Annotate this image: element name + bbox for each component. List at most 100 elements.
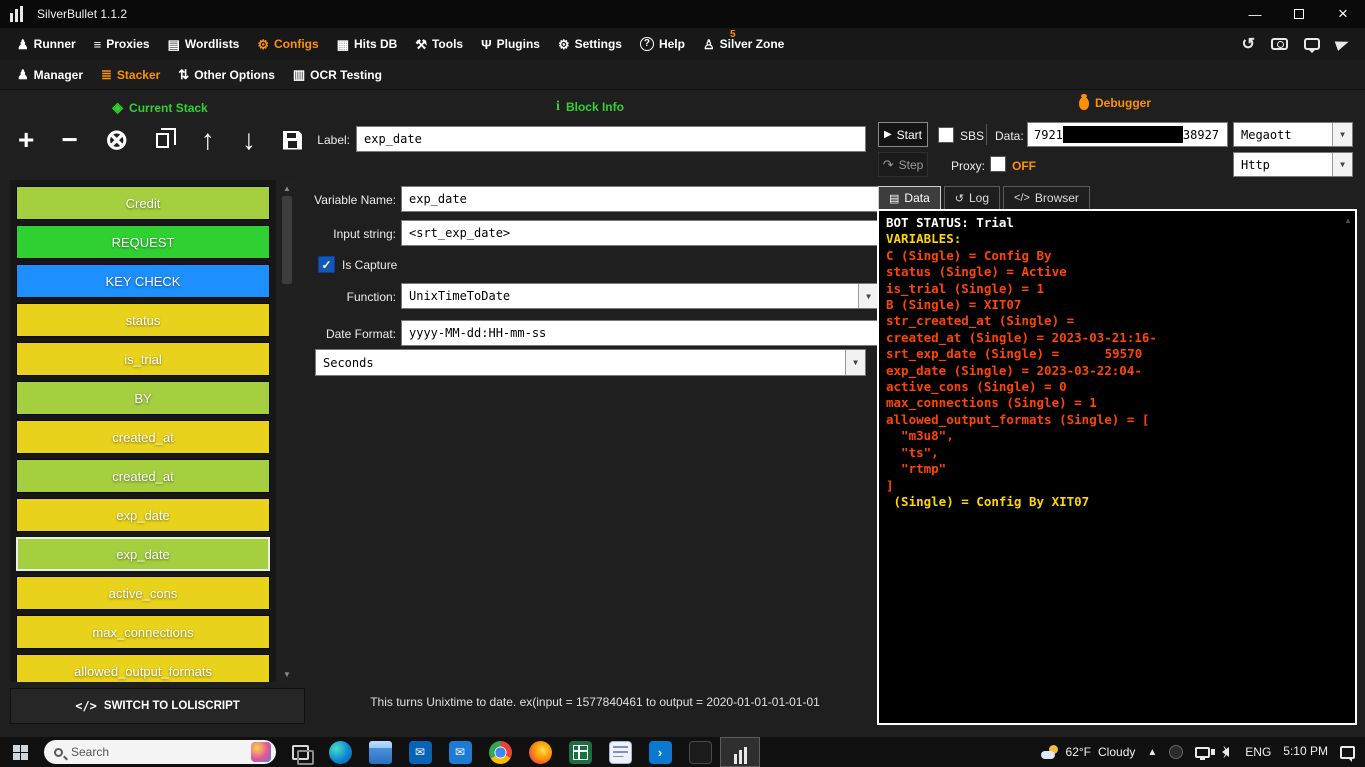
- block-info-title: Block Info: [566, 100, 624, 114]
- menu-item-proxies[interactable]: ≡Proxies: [85, 28, 159, 60]
- delete-block-button[interactable]: −: [61, 126, 77, 154]
- stack-block-by[interactable]: BY: [16, 381, 270, 415]
- edge-icon[interactable]: [320, 737, 360, 767]
- proxy-status: OFF: [1012, 159, 1036, 173]
- console-line: ]: [886, 478, 1348, 494]
- tray-app-icon[interactable]: [1169, 745, 1183, 759]
- excel-icon[interactable]: [560, 737, 600, 767]
- duplicate-block-button[interactable]: [156, 133, 174, 148]
- data-input[interactable]: 792138927: [1027, 122, 1228, 147]
- move-block-up-button[interactable]: ↑: [201, 126, 215, 154]
- vscode-icon[interactable]: ›: [640, 737, 680, 767]
- stack-block-request[interactable]: REQUEST: [16, 225, 270, 259]
- weather-widget[interactable]: 62°F Cloudy: [1041, 745, 1136, 759]
- sbs-checkbox[interactable]: [938, 127, 954, 143]
- menu-item-runner[interactable]: ♟Runner: [8, 28, 85, 60]
- chat-icon[interactable]: [1304, 38, 1320, 50]
- stack-block-allowed-output-formats[interactable]: allowed_output_formats: [16, 654, 270, 682]
- volume-icon[interactable]: [1222, 747, 1229, 757]
- stack-block-is-trial[interactable]: is_trial: [16, 342, 270, 376]
- stack-block-exp-date[interactable]: exp_date: [16, 537, 270, 571]
- mail-icon: ✉: [449, 741, 472, 764]
- stack-layers-icon: ◈: [112, 99, 123, 116]
- silverbullet-taskbar-icon[interactable]: [720, 737, 760, 767]
- time-unit-dropdown[interactable]: Seconds ▼: [315, 349, 866, 376]
- clock[interactable]: 5:10 PM: [1283, 745, 1328, 758]
- maximize-button[interactable]: [1277, 0, 1321, 28]
- console-line: "m3u8",: [886, 428, 1348, 444]
- menu-item-wordlists[interactable]: ▤Wordlists: [159, 28, 249, 60]
- tray-chevron-up-icon[interactable]: ▲: [1147, 747, 1157, 758]
- console-text: B (Single) = XIT07: [886, 297, 1021, 312]
- proxy-label: Proxy:: [951, 159, 985, 173]
- firefox-icon[interactable]: [520, 737, 560, 767]
- menu-item-silver-zone[interactable]: 5♙Silver Zone: [694, 28, 793, 60]
- console-scrollbar[interactable]: ▲: [1342, 212, 1354, 722]
- config-dropdown[interactable]: Megaott ▼: [1233, 122, 1353, 147]
- history-icon: [1242, 34, 1255, 54]
- chevron-down-icon[interactable]: ▼: [1332, 153, 1352, 176]
- minimize-button[interactable]: —: [1233, 0, 1277, 28]
- input-string-input[interactable]: <srt_exp_date>: [401, 220, 879, 246]
- step-button[interactable]: ↷ Step: [878, 152, 928, 177]
- stack-block-max-connections[interactable]: max_connections: [16, 615, 270, 649]
- stack-block-exp-date[interactable]: exp_date: [16, 498, 270, 532]
- stack-block-created-at[interactable]: created_at: [16, 459, 270, 493]
- chevron-down-icon[interactable]: ▼: [845, 350, 865, 375]
- disable-block-button[interactable]: ⊗: [105, 126, 128, 154]
- tab-data[interactable]: ▤Data: [878, 186, 941, 209]
- menu-item-settings[interactable]: ⚙Settings: [549, 28, 631, 60]
- label-input[interactable]: exp_date: [356, 126, 866, 152]
- file-explorer-icon[interactable]: [360, 737, 400, 767]
- subnav-item-ocr-testing[interactable]: ▥OCR Testing: [284, 60, 391, 89]
- subnav-item-other-options[interactable]: ⇅Other Options: [169, 60, 284, 89]
- subnav-item-stacker[interactable]: ≣Stacker: [92, 60, 169, 89]
- start-button[interactable]: ▶ Start: [878, 122, 928, 147]
- menu-item-plugins[interactable]: ΨPlugins: [472, 28, 549, 60]
- tab-log[interactable]: ↺Log: [944, 186, 1000, 209]
- outlook-icon[interactable]: ✉: [400, 737, 440, 767]
- stack-scrollbar[interactable]: ▲ ▼: [279, 180, 295, 682]
- menu-item-help[interactable]: ?Help: [631, 28, 694, 60]
- start-button-windows[interactable]: [0, 737, 40, 767]
- variable-name-input[interactable]: exp_date: [401, 186, 879, 212]
- chrome-icon[interactable]: [480, 737, 520, 767]
- proxy-checkbox[interactable]: [990, 156, 1006, 172]
- is-capture-checkbox[interactable]: [318, 256, 335, 273]
- chevron-down-icon[interactable]: ▼: [858, 284, 878, 308]
- close-button[interactable]: ×: [1321, 0, 1365, 28]
- notepad-icon[interactable]: [600, 737, 640, 767]
- display-icon[interactable]: [1195, 747, 1210, 758]
- menu-item-configs[interactable]: ⚙Configs: [248, 28, 327, 60]
- stack-block-credit[interactable]: Credit: [16, 186, 270, 220]
- screenshot-icon[interactable]: [1271, 38, 1288, 50]
- mail-icon[interactable]: ✉: [440, 737, 480, 767]
- stack-block-active-cons[interactable]: active_cons: [16, 576, 270, 610]
- task-view-button[interactable]: [280, 737, 320, 767]
- history-icon[interactable]: [1242, 34, 1255, 54]
- telegram-icon[interactable]: [1336, 39, 1349, 49]
- console-output[interactable]: BOT STATUS: TrialVARIABLES:C (Single) = …: [877, 209, 1357, 725]
- stack-block-key-check[interactable]: KEY CHECK: [16, 264, 270, 298]
- stack-block-status[interactable]: status: [16, 303, 270, 337]
- menu-item-tools[interactable]: ⚒Tools: [406, 28, 472, 60]
- menu-item-hits-db[interactable]: ▦Hits DB: [328, 28, 407, 60]
- terminal-icon[interactable]: [680, 737, 720, 767]
- taskbar-search[interactable]: Search: [44, 740, 276, 764]
- chevron-down-icon[interactable]: ▼: [1332, 123, 1352, 146]
- file-explorer-icon: [369, 741, 392, 764]
- tab-browser[interactable]: </>Browser: [1003, 186, 1090, 209]
- screenshot-icon: [1271, 38, 1288, 50]
- subnav-item-manager[interactable]: ♟Manager: [8, 60, 92, 89]
- switch-to-loliscript-button[interactable]: </> SWITCH TO LOLISCRIPT: [10, 688, 305, 724]
- notifications-icon[interactable]: [1340, 746, 1355, 759]
- function-dropdown[interactable]: UnixTimeToDate ▼: [401, 283, 879, 309]
- add-block-button[interactable]: +: [18, 126, 34, 154]
- date-format-input[interactable]: yyyy-MM-dd:HH-mm-ss: [401, 320, 879, 346]
- scroll-down-icon[interactable]: ▼: [283, 666, 291, 682]
- language-indicator[interactable]: ENG: [1245, 745, 1271, 759]
- subnav-items: ♟Manager≣Stacker⇅Other Options▥OCR Testi…: [8, 60, 391, 89]
- proxy-type-dropdown[interactable]: Http ▼: [1233, 152, 1353, 177]
- move-block-up-button-icon: ↑: [201, 126, 215, 154]
- stack-block-created-at[interactable]: created_at: [16, 420, 270, 454]
